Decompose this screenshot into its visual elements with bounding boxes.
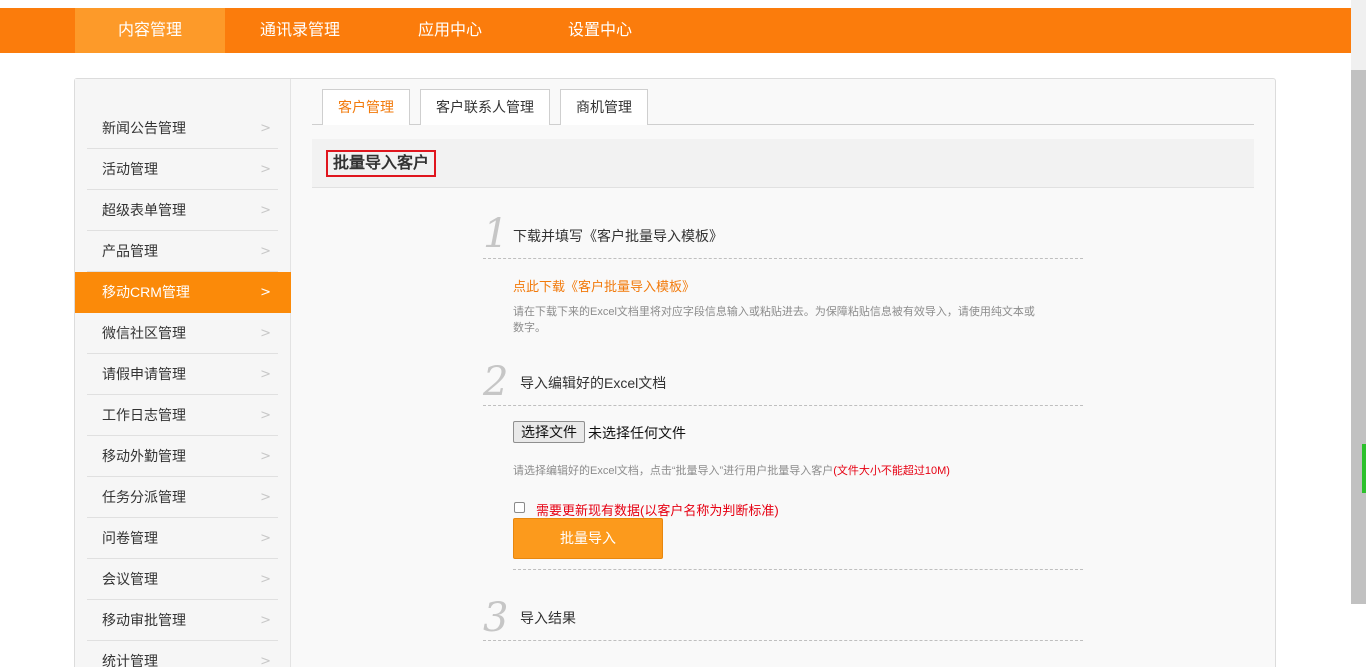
corner-overlay <box>1325 604 1366 667</box>
sidebar-item-label: 产品管理 <box>102 243 158 259</box>
download-template-link[interactable]: 点此下载《客户批量导入模板》 <box>513 276 695 295</box>
chevron-right-icon: > <box>260 203 271 218</box>
tab-customer-contacts[interactable]: 客户联系人管理 <box>420 89 550 125</box>
sidebar-item[interactable]: 任务分派管理 > <box>75 477 291 518</box>
sidebar-item-label: 移动CRM管理 <box>102 284 190 300</box>
nav-app-center[interactable]: 应用中心 <box>375 8 525 53</box>
sidebar-item-label: 新闻公告管理 <box>102 120 186 136</box>
divider <box>483 405 1083 406</box>
nav-label: 应用中心 <box>417 22 482 39</box>
page-title: 批量导入客户 <box>326 150 436 177</box>
chevron-right-icon: > <box>260 654 271 667</box>
file-status: 未选择任何文件 <box>588 425 686 441</box>
chevron-right-icon: > <box>260 449 271 464</box>
divider <box>483 640 1083 641</box>
nav-label: 通讯录管理 <box>259 22 340 39</box>
sidebar-item[interactable]: 新闻公告管理 > <box>75 108 291 149</box>
step1-hint-line1: 请在下载下来的Excel文档里将对应字段信息输入或粘贴进去。为保障粘贴信息被有效… <box>513 306 1035 318</box>
tab-label: 客户管理 <box>338 99 394 115</box>
chevron-right-icon: > <box>260 531 271 546</box>
sidebar-item-label: 请假申请管理 <box>102 366 186 382</box>
chevron-right-icon: > <box>260 490 271 505</box>
sidebar-item[interactable]: 移动审批管理 > <box>75 600 291 641</box>
section-header <box>312 139 1254 188</box>
tab-customer-management[interactable]: 客户管理 <box>322 89 410 125</box>
sidebar-item[interactable]: 工作日志管理 > <box>75 395 291 436</box>
sidebar-item-label: 问卷管理 <box>102 530 158 546</box>
chevron-right-icon: > <box>260 285 271 300</box>
chevron-right-icon: > <box>260 572 271 587</box>
tab-label: 客户联系人管理 <box>436 99 534 115</box>
tab-opportunity-management[interactable]: 商机管理 <box>560 89 648 125</box>
tab-label: 商机管理 <box>576 99 632 115</box>
divider <box>513 569 1083 570</box>
nav-settings-center[interactable]: 设置中心 <box>525 8 675 53</box>
sidebar-item[interactable]: 移动外勤管理 > <box>75 436 291 477</box>
sidebar-item-label: 超级表单管理 <box>102 202 186 218</box>
sidebar-item-label: 移动外勤管理 <box>102 448 186 464</box>
step-number: 3 <box>483 595 509 641</box>
sidebar-item[interactable]: 统计管理 > <box>75 641 291 667</box>
sidebar-item-label: 任务分派管理 <box>102 489 186 505</box>
sidebar-item[interactable]: 活动管理 > <box>75 149 291 190</box>
step-number: 1 <box>483 211 509 257</box>
sidebar-item[interactable]: 超级表单管理 > <box>75 190 291 231</box>
chevron-right-icon: > <box>260 408 271 423</box>
top-nav-bar: 内容管理 通讯录管理 应用中心 设置中心 <box>0 8 1351 53</box>
sidebar-item-label: 工作日志管理 <box>102 407 186 423</box>
sidebar-item[interactable]: 请假申请管理 > <box>75 354 291 395</box>
sidebar-item[interactable]: 会议管理 > <box>75 559 291 600</box>
step2-hint: 请选择编辑好的Excel文档，点击“批量导入”进行用户批量导入客户(文件大小不能… <box>513 463 950 479</box>
nav-label: 设置中心 <box>567 22 632 39</box>
side-marker <box>1362 444 1366 493</box>
chevron-right-icon: > <box>260 162 271 177</box>
nav-content-management[interactable]: 内容管理 <box>75 8 225 53</box>
chevron-right-icon: > <box>260 326 271 341</box>
sidebar-item[interactable]: 微信社区管理 > <box>75 313 291 354</box>
update-existing-checkbox[interactable] <box>514 502 525 513</box>
sidebar-item-label: 统计管理 <box>102 653 158 667</box>
batch-import-button[interactable]: 批量导入 <box>513 518 663 559</box>
step1-hint-line2: 数字。 <box>513 322 546 334</box>
update-existing-label: 需要更新现有数据(以客户名称为判断标准) <box>536 503 779 518</box>
step-title: 导入结果 <box>520 610 576 626</box>
choose-file-button[interactable]: 选择文件 <box>513 421 585 443</box>
chevron-right-icon: > <box>260 367 271 382</box>
chevron-right-icon: > <box>260 121 271 136</box>
step2-hint-text: 请选择编辑好的Excel文档，点击“批量导入”进行用户批量导入客户 <box>513 465 834 477</box>
sidebar-item-label: 微信社区管理 <box>102 325 186 341</box>
sidebar-item[interactable]: 移动CRM管理 > <box>75 272 291 313</box>
sidebar: 新闻公告管理 > 活动管理 > 超级表单管理 > 产品管理 > 移动CRM管理 > 微信社区管理 > 请… <box>75 79 291 667</box>
content-area <box>312 189 1254 667</box>
step-number: 2 <box>483 359 509 405</box>
step-title: 下载并填写《客户批量导入模板》 <box>513 228 723 244</box>
sidebar-item[interactable]: 问卷管理 > <box>75 518 291 559</box>
sidebar-item[interactable]: 产品管理 > <box>75 231 291 272</box>
sidebar-item-label: 会议管理 <box>102 571 158 587</box>
sidebar-item-label: 活动管理 <box>102 161 158 177</box>
scrollbar-thumb[interactable] <box>1351 70 1366 604</box>
nav-label: 内容管理 <box>117 22 182 39</box>
nav-contacts-management[interactable]: 通讯录管理 <box>225 8 375 53</box>
file-size-warning: (文件大小不能超过10M) <box>833 465 950 477</box>
sidebar-item-label: 移动审批管理 <box>102 612 186 628</box>
chevron-right-icon: > <box>260 244 271 259</box>
step-title: 导入编辑好的Excel文档 <box>520 375 667 391</box>
divider <box>483 258 1083 259</box>
chevron-right-icon: > <box>260 613 271 628</box>
